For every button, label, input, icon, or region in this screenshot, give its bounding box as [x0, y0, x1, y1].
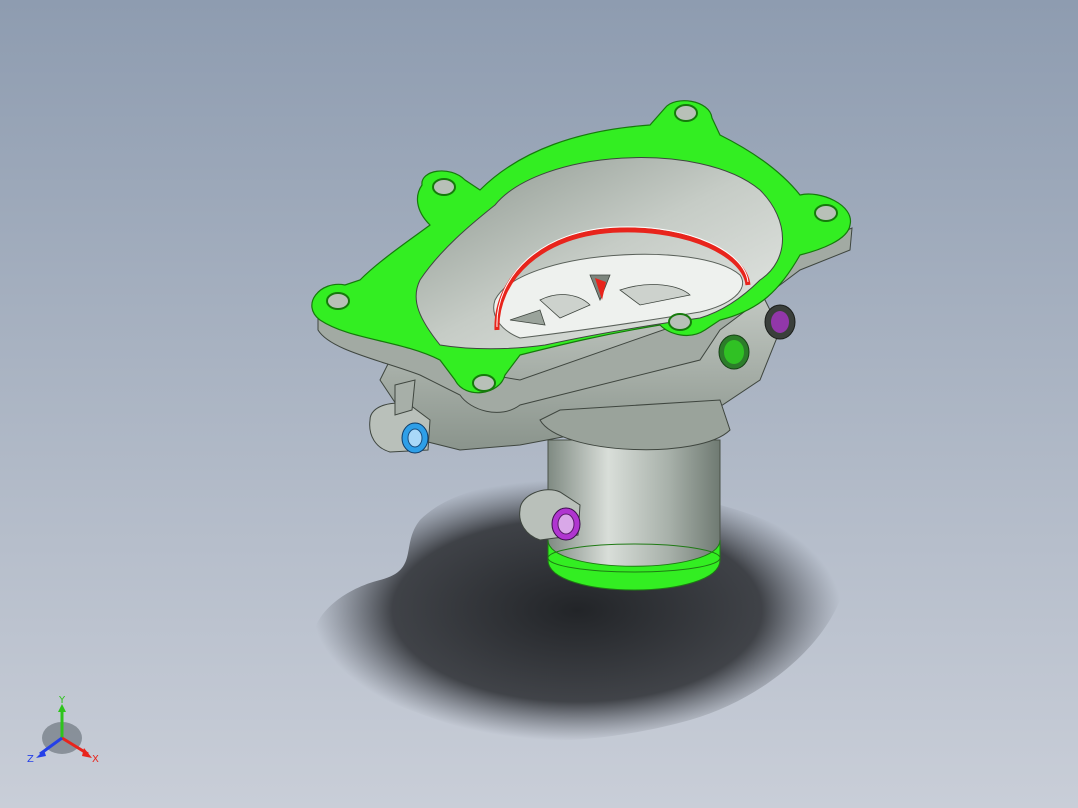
- z-axis-label: Z: [27, 754, 34, 765]
- bolt-hole[interactable]: [472, 374, 496, 392]
- bolt-hole[interactable]: [814, 204, 838, 222]
- y-axis-label: Y: [58, 695, 66, 706]
- orientation-triad[interactable]: Y X Z: [22, 692, 106, 772]
- bolt-hole[interactable]: [326, 292, 350, 310]
- bolt-hole[interactable]: [674, 104, 698, 122]
- graphics-viewport[interactable]: Y X Z: [0, 0, 1078, 808]
- bolt-hole[interactable]: [432, 178, 456, 196]
- x-axis-label: X: [92, 754, 99, 765]
- bolt-hole[interactable]: [668, 313, 692, 331]
- model-view[interactable]: [0, 0, 1078, 808]
